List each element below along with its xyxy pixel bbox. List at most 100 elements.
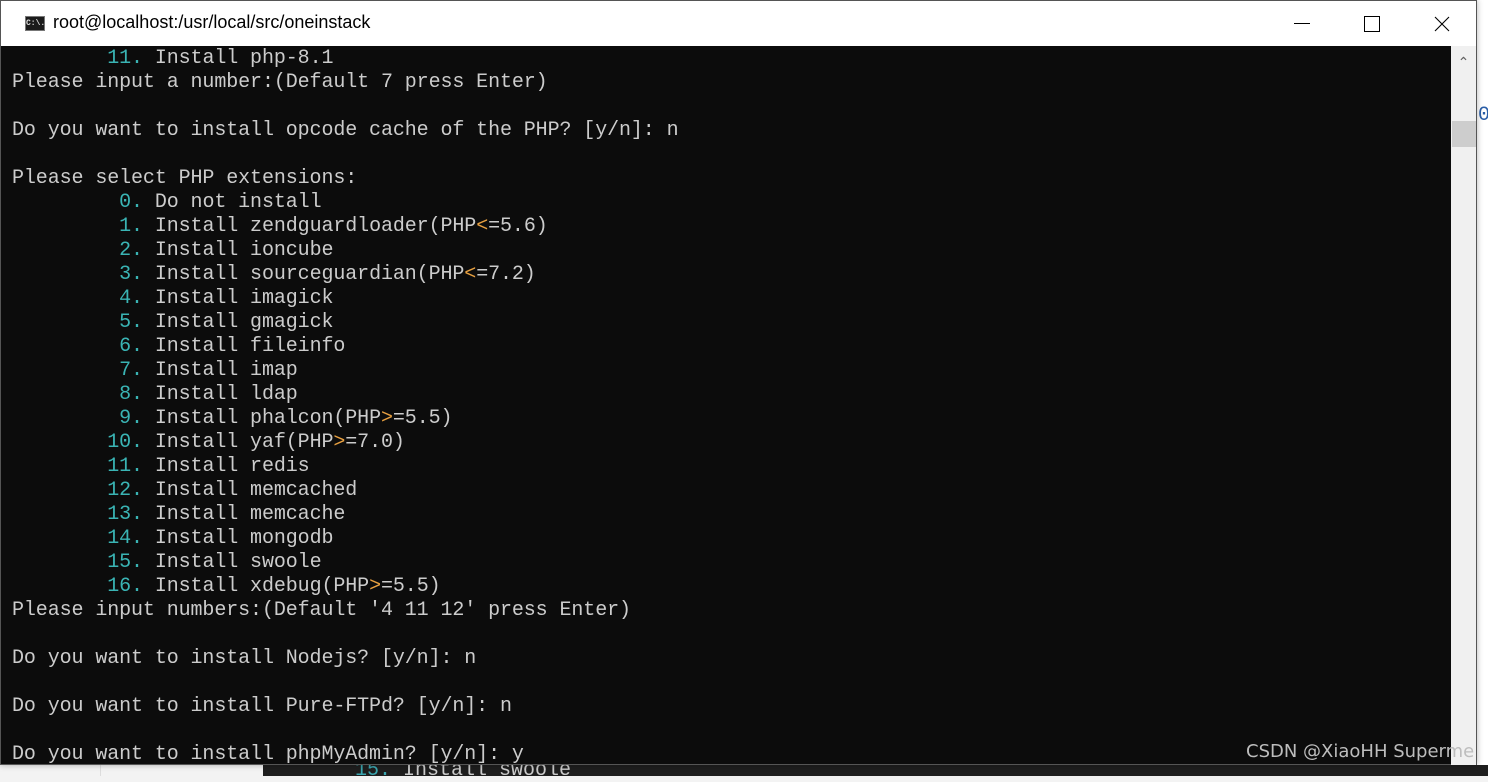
menu-option-line: 14. Install mongodb: [12, 527, 1451, 551]
terminal-line: Please input numbers:(Default '4 11 12' …: [12, 599, 1451, 623]
menu-option-line: 16. Install xdebug(PHP>=5.5): [12, 575, 1451, 599]
comparison-operator: >: [369, 575, 381, 598]
menu-option-line: 6. Install fileinfo: [12, 335, 1451, 359]
option-number: 7.: [119, 359, 143, 382]
option-number: 15.: [107, 551, 143, 574]
menu-option-line: 11. Install redis: [12, 455, 1451, 479]
csdn-watermark: CSDN @XiaoHH Superme: [1246, 741, 1475, 762]
menu-option-line: 7. Install imap: [12, 359, 1451, 383]
line-text: Install fileinfo: [142, 335, 346, 358]
terminal-line: Do you want to install Nodejs? [y/n]: n: [12, 647, 1451, 671]
option-number: 11.: [107, 47, 143, 70]
scroll-up-arrow-icon[interactable]: ⌃: [1451, 54, 1476, 71]
line-text-suffix: =7.0): [345, 431, 405, 454]
line-text: Install ldap: [142, 383, 298, 406]
comparison-operator: >: [380, 407, 393, 430]
background-window-bottom: 15. Install swoole: [0, 761, 1488, 781]
line-text: Please input a number:(Default 7 press E…: [12, 71, 548, 94]
terminal-line: Do you want to install phpMyAdmin? [y/n]…: [12, 743, 1451, 765]
close-button[interactable]: [1407, 1, 1477, 46]
line-text: Install gmagick: [142, 311, 334, 334]
terminal-line: Do you want to install opcode cache of t…: [12, 119, 1451, 143]
background-terminal: 15. Install swoole: [263, 761, 1488, 781]
minimize-icon: [1294, 23, 1310, 24]
comparison-operator: <: [464, 263, 477, 286]
terminal-output[interactable]: 11. Install php-8.1 Please input a number…: [12, 47, 1451, 765]
line-text: Install zendguardloader(PHP: [142, 215, 477, 238]
line-text-suffix: =5.5): [380, 575, 441, 598]
maximize-icon: [1364, 15, 1380, 32]
line-text: Install xdebug(PHP: [142, 575, 370, 598]
option-number: 13.: [107, 503, 143, 526]
line-text: Install redis: [142, 455, 310, 478]
menu-option-line: 10. Install yaf(PHP>=7.0): [12, 431, 1451, 455]
line-text: Install imagick: [142, 287, 334, 310]
option-number: 11.: [107, 455, 143, 478]
line-text-suffix: =5.5): [392, 407, 453, 430]
background-terminal-line: 15. Install swoole: [355, 761, 571, 781]
background-window-edge: 0: [1477, 0, 1488, 776]
line-text: Do you want to install opcode cache of t…: [12, 119, 679, 142]
menu-option-line: 12. Install memcached: [12, 479, 1451, 503]
menu-option-line: 11. Install php-8.1: [12, 47, 1451, 71]
option-number: 14.: [107, 527, 143, 550]
line-text: Install ioncube: [142, 239, 334, 262]
option-number: 3.: [119, 263, 143, 286]
scrollbar-thumb[interactable]: [1452, 121, 1476, 147]
option-number: 8.: [119, 383, 143, 406]
console-icon[interactable]: C:\.: [25, 16, 45, 31]
option-number: 5.: [119, 311, 143, 334]
option-number: 9.: [119, 407, 143, 430]
option-number: 0.: [119, 191, 143, 214]
line-text: Install mongodb: [142, 527, 334, 550]
menu-option-line: 13. Install memcache: [12, 503, 1451, 527]
menu-option-line: 1. Install zendguardloader(PHP<=5.6): [12, 215, 1451, 239]
maximize-button[interactable]: [1337, 1, 1407, 46]
line-text: Please select PHP extensions:: [12, 167, 358, 190]
line-text: Install memcache: [142, 503, 346, 526]
terminal-line: Please select PHP extensions:: [12, 167, 1451, 191]
line-text: Install yaf(PHP: [142, 431, 334, 454]
line-text: Install imap: [142, 359, 298, 382]
menu-option-line: 9. Install phalcon(PHP>=5.5): [12, 407, 1451, 431]
menu-option-line: 8. Install ldap: [12, 383, 1451, 407]
menu-option-line: 5. Install gmagick: [12, 311, 1451, 335]
line-text: Install memcached: [142, 479, 358, 502]
option-number: 16.: [107, 575, 143, 598]
line-text: Install swoole: [142, 551, 322, 574]
menu-option-line: 4. Install imagick: [12, 287, 1451, 311]
menu-option-line: 0. Do not install: [12, 191, 1451, 215]
line-text: Please input numbers:(Default '4 11 12' …: [12, 599, 631, 622]
minimize-button[interactable]: [1267, 1, 1337, 46]
menu-option-line: 2. Install ioncube: [12, 239, 1451, 263]
option-number: 10.: [107, 431, 143, 454]
line-text: Install sourceguardian(PHP: [142, 263, 465, 286]
menu-option-line: 15. Install swoole: [12, 551, 1451, 575]
vertical-scrollbar[interactable]: ⌃: [1451, 46, 1476, 765]
line-text-suffix: =7.2): [476, 263, 536, 286]
title-bar[interactable]: C:\. root@localhost:/usr/local/src/onein…: [1, 1, 1476, 46]
option-number: 12.: [107, 479, 143, 502]
background-text-fragment: 0: [1478, 104, 1488, 127]
background-divider: [100, 765, 101, 776]
line-text: Do not install: [142, 191, 322, 214]
